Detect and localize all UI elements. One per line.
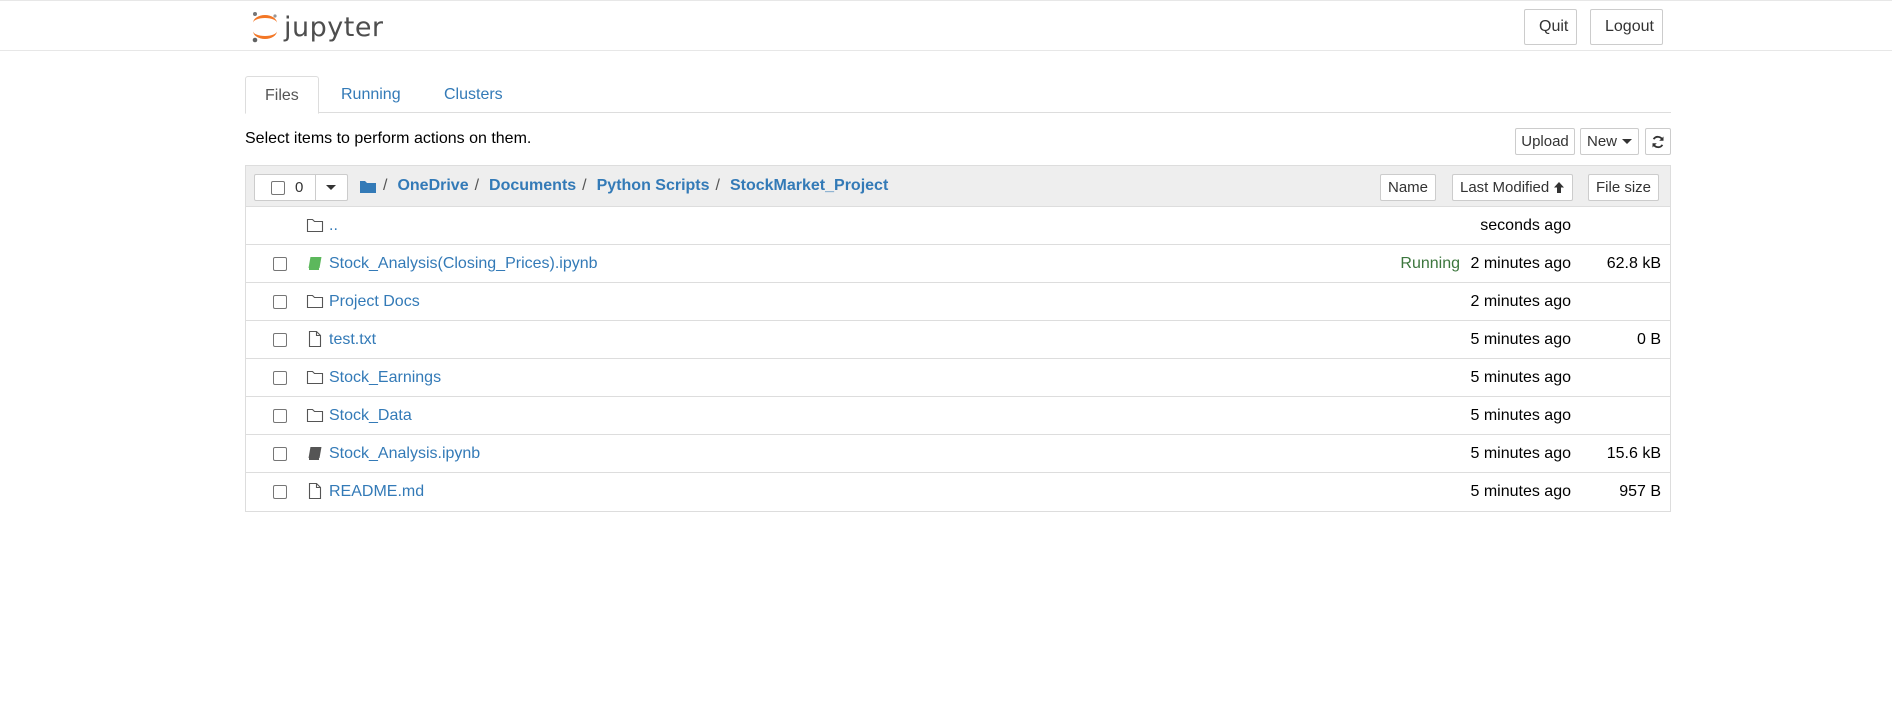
item-checkbox[interactable] — [273, 485, 287, 499]
file-list: 0 / OneDrive / Documents / Python Script… — [245, 165, 1671, 512]
item-name[interactable]: README.md — [329, 483, 424, 501]
arrow-up-icon — [1554, 182, 1565, 193]
logout-button[interactable]: Logout — [1590, 9, 1663, 45]
tab-bar: Files Running Clusters — [245, 76, 1671, 114]
list-item[interactable]: README.md 5 minutes ago 957 B — [246, 473, 1670, 511]
breadcrumb-onedrive[interactable]: OneDrive — [397, 177, 468, 195]
refresh-button[interactable] — [1645, 128, 1671, 155]
folder-icon — [306, 218, 324, 233]
breadcrumb-documents[interactable]: Documents — [489, 177, 576, 195]
breadcrumb-separator: / — [383, 177, 388, 194]
list-header: 0 / OneDrive / Documents / Python Script… — [246, 166, 1670, 207]
quit-button[interactable]: Quit — [1524, 9, 1577, 45]
item-modified: 5 minutes ago — [1470, 483, 1571, 500]
item-size: 62.8 kB — [1606, 255, 1661, 272]
home-folder-icon[interactable] — [359, 179, 377, 194]
list-item[interactable]: Project Docs 2 minutes ago — [246, 283, 1670, 321]
list-item[interactable]: Stock_Earnings 5 minutes ago — [246, 359, 1670, 397]
item-modified: 2 minutes ago — [1470, 255, 1571, 272]
item-checkbox[interactable] — [273, 333, 287, 347]
select-all-checkbox[interactable] — [271, 181, 285, 195]
running-status: Running — [1400, 255, 1460, 272]
tab-clusters[interactable]: Clusters — [425, 76, 522, 113]
list-item-parent[interactable]: .. seconds ago — [246, 207, 1670, 245]
select-group: 0 — [254, 174, 348, 201]
tab-files[interactable]: Files — [245, 76, 319, 114]
item-modified: 5 minutes ago — [1470, 369, 1571, 386]
item-modified: 5 minutes ago — [1470, 407, 1571, 424]
item-modified: 5 minutes ago — [1470, 445, 1571, 462]
refresh-icon — [1652, 135, 1664, 148]
list-item[interactable]: test.txt 5 minutes ago 0 B — [246, 321, 1670, 359]
item-name[interactable]: Stock_Earnings — [329, 369, 441, 387]
item-name[interactable]: Stock_Data — [329, 407, 412, 425]
list-item[interactable]: Stock_Analysis(Closing_Prices).ipynb Run… — [246, 245, 1670, 283]
jupyter-logo-icon — [252, 12, 277, 43]
sort-last-modified-button[interactable]: Last Modified — [1452, 174, 1574, 201]
item-size: 15.6 kB — [1606, 445, 1661, 462]
breadcrumb-separator: / — [715, 177, 720, 194]
notebook-icon — [308, 447, 322, 460]
caret-down-icon — [326, 185, 336, 190]
file-icon — [308, 330, 322, 348]
folder-icon — [306, 408, 324, 423]
item-name[interactable]: Stock_Analysis(Closing_Prices).ipynb — [329, 255, 598, 273]
breadcrumb-separator: / — [582, 177, 587, 194]
item-name[interactable]: .. — [329, 217, 338, 235]
folder-icon — [306, 294, 324, 309]
file-icon — [308, 482, 322, 500]
jupyter-logo[interactable]: jupyter — [250, 9, 384, 45]
list-item[interactable]: Stock_Analysis.ipynb 5 minutes ago 15.6 … — [246, 435, 1670, 473]
item-checkbox[interactable] — [273, 295, 287, 309]
notebook-running-icon — [308, 257, 322, 270]
upload-button[interactable]: Upload — [1515, 128, 1575, 155]
sort-last-modified-label: Last Modified — [1460, 179, 1550, 196]
select-dropdown-button[interactable] — [316, 175, 347, 200]
breadcrumb: / OneDrive / Documents / Python Scripts … — [359, 174, 888, 198]
item-modified: 5 minutes ago — [1470, 331, 1571, 348]
sort-name-button[interactable]: Name — [1380, 174, 1437, 201]
item-checkbox[interactable] — [273, 409, 287, 423]
instructions-text: Select items to perform actions on them. — [245, 130, 532, 147]
new-label: New — [1587, 133, 1618, 150]
item-name[interactable]: Stock_Analysis.ipynb — [329, 445, 480, 463]
breadcrumb-python-scripts[interactable]: Python Scripts — [597, 177, 710, 195]
folder-icon — [306, 370, 324, 385]
item-size: 957 B — [1619, 483, 1661, 500]
logo-text: jupyter — [284, 11, 384, 43]
item-modified: seconds ago — [1480, 217, 1571, 234]
item-modified: 2 minutes ago — [1470, 293, 1571, 310]
sort-file-size-button[interactable]: File size — [1588, 174, 1660, 201]
selected-count: 0 — [295, 179, 304, 196]
caret-down-icon — [1622, 139, 1633, 144]
item-name[interactable]: Project Docs — [329, 293, 420, 311]
new-dropdown-button[interactable]: New — [1580, 128, 1639, 155]
item-checkbox[interactable] — [273, 371, 287, 385]
item-checkbox[interactable] — [273, 257, 287, 271]
item-checkbox[interactable] — [273, 447, 287, 461]
app-header: jupyter Quit Logout — [0, 0, 1892, 51]
list-item[interactable]: Stock_Data 5 minutes ago — [246, 397, 1670, 435]
breadcrumb-stockmarket-project[interactable]: StockMarket_Project — [730, 177, 888, 195]
item-name[interactable]: test.txt — [329, 331, 376, 349]
item-size: 0 B — [1636, 331, 1661, 348]
tab-running[interactable]: Running — [322, 76, 420, 113]
breadcrumb-separator: / — [474, 177, 480, 194]
